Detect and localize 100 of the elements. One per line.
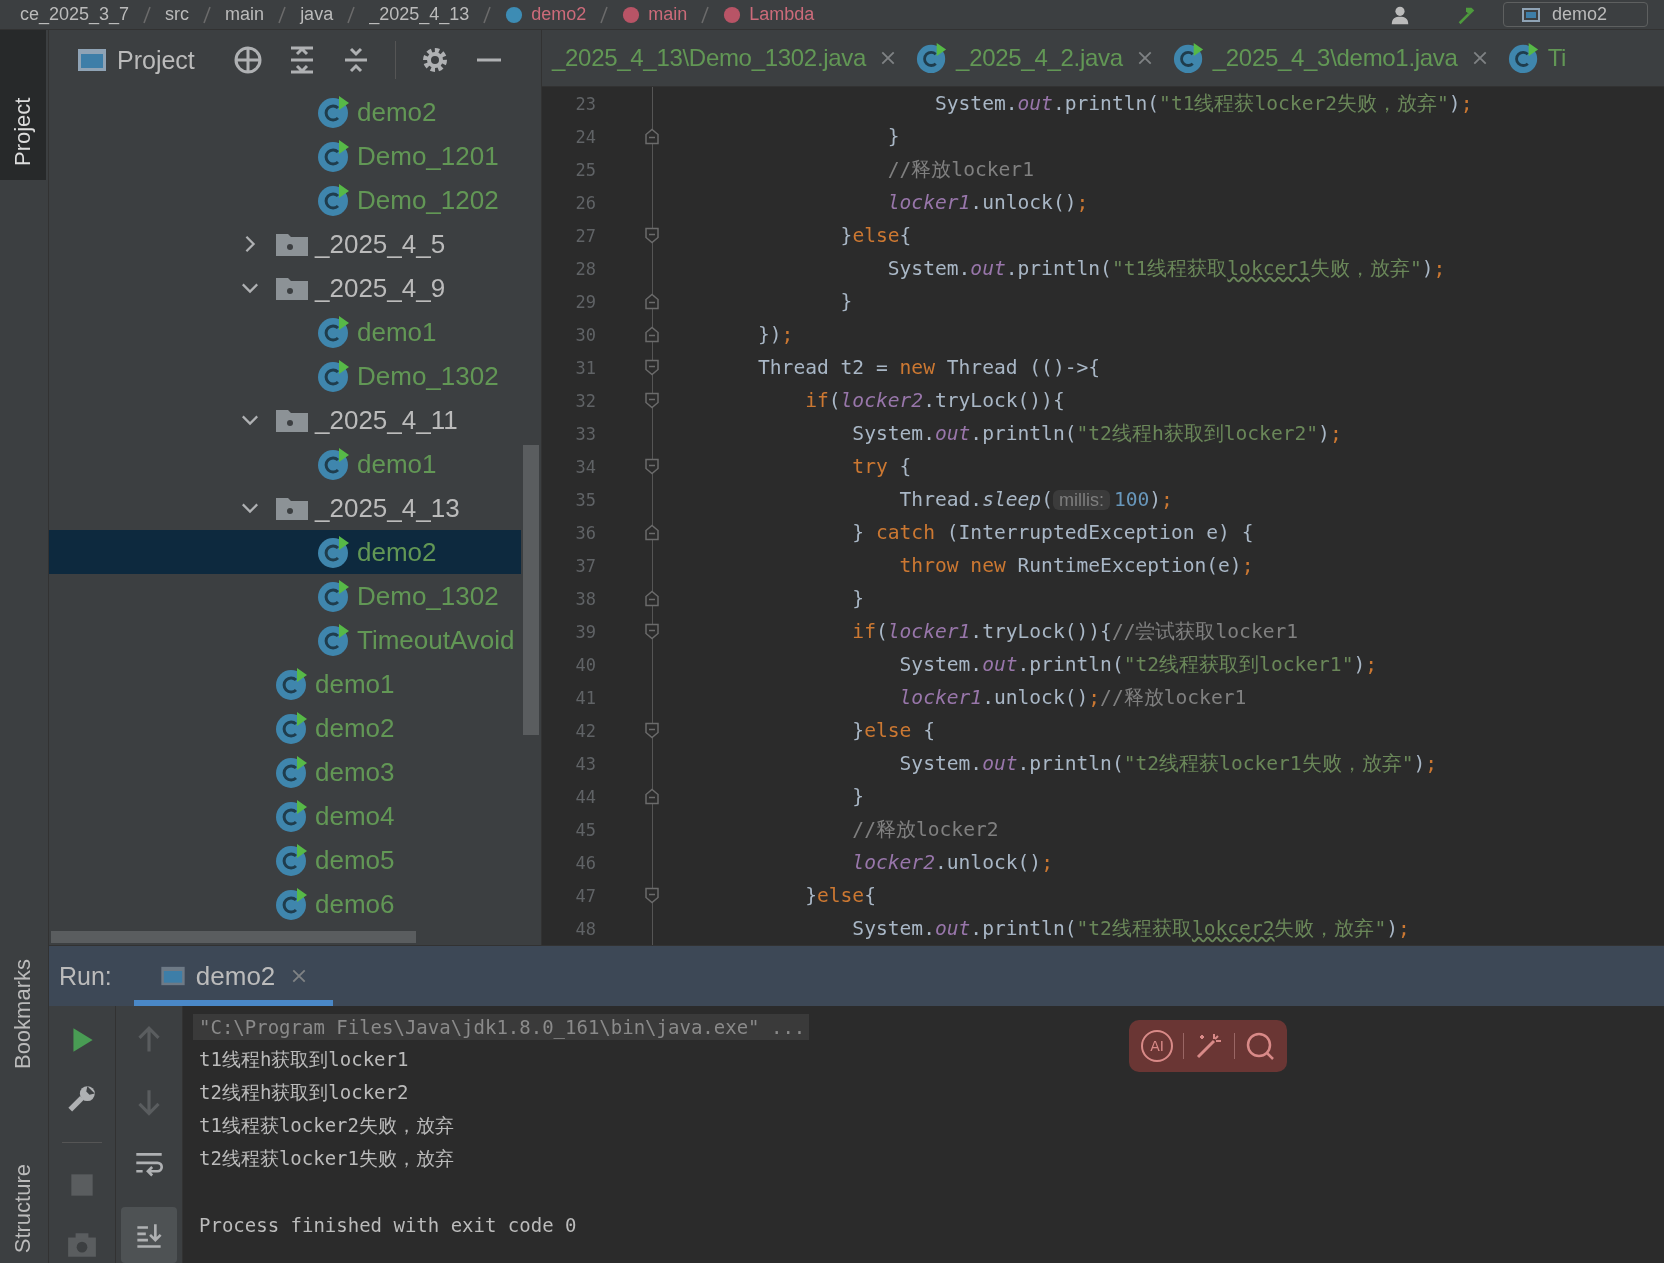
breadcrumb-item[interactable]: Lambda bbox=[749, 4, 815, 25]
tree-item[interactable]: Demo_1302 bbox=[49, 354, 541, 398]
tree-item[interactable]: Demo_1202 bbox=[49, 178, 541, 222]
code-line: System.out.println("t2线程获locker1失败，放弃"); bbox=[898, 751, 1438, 777]
close-icon[interactable] bbox=[1136, 50, 1153, 66]
fold-icon[interactable] bbox=[645, 887, 659, 904]
line-number: 42 bbox=[574, 720, 596, 741]
code-line: try { bbox=[851, 455, 912, 478]
fold-end-icon[interactable] bbox=[645, 326, 659, 343]
tree-item[interactable]: Demo_1302 bbox=[49, 574, 541, 618]
code-line: System.out.println("t2线程h获取到locker2"); bbox=[851, 421, 1342, 447]
tree-item[interactable]: demo2 bbox=[49, 706, 541, 750]
editor-tab[interactable]: _2025_4_2.java bbox=[906, 30, 1163, 86]
breadcrumb-item[interactable]: ce_2025_3_7 bbox=[20, 4, 130, 25]
code-line: throw new RuntimeException(e); bbox=[898, 554, 1254, 577]
fold-icon[interactable] bbox=[645, 227, 659, 244]
side-tab[interactable]: Bookmarks bbox=[0, 945, 46, 1084]
code-line: } bbox=[851, 785, 865, 808]
tree-item[interactable]: demo2 bbox=[49, 530, 521, 574]
tree-item[interactable]: demo1 bbox=[49, 662, 541, 706]
code-line: Thread t2 = new Thread (()->{ bbox=[758, 356, 1101, 379]
line-number: 25 bbox=[574, 159, 596, 180]
tree-item[interactable]: TimeoutAvoid bbox=[49, 618, 541, 662]
code-line: } catch (InterruptedException e) { bbox=[851, 521, 1254, 544]
close-icon[interactable] bbox=[1471, 50, 1488, 66]
line-number: 27 bbox=[574, 225, 596, 246]
tree-item[interactable]: demo4 bbox=[49, 794, 541, 838]
line-number: 28 bbox=[574, 258, 596, 279]
code-line: Thread.sleep( millis: 100); bbox=[898, 488, 1173, 511]
close-icon[interactable] bbox=[880, 50, 897, 66]
line-number: 29 bbox=[574, 291, 596, 312]
line-number: 46 bbox=[574, 852, 596, 873]
search-icon[interactable] bbox=[1245, 1031, 1275, 1061]
code-line: if(locker1.tryLock()){//尝试获取locker1 bbox=[851, 619, 1299, 645]
tree-item[interactable]: demo3 bbox=[49, 750, 541, 794]
tree-item[interactable]: demo1 bbox=[49, 310, 541, 354]
code-line: System.out.println("t1线程获locker2失败，放弃"); bbox=[933, 91, 1473, 117]
code-line: if(locker2.tryLock()){ bbox=[804, 389, 1065, 412]
line-number: 23 bbox=[574, 93, 596, 114]
breadcrumb-item[interactable]: demo2 bbox=[531, 4, 587, 25]
locate-icon[interactable] bbox=[232, 45, 263, 75]
line-number: 35 bbox=[574, 489, 596, 510]
tree-item[interactable]: demo5 bbox=[49, 838, 541, 882]
run-configuration-dropdown[interactable]: demo2 bbox=[1502, 2, 1648, 27]
tree-item[interactable]: demo2 bbox=[49, 90, 541, 134]
separator-icon bbox=[701, 5, 710, 24]
line-number: 33 bbox=[574, 423, 596, 444]
close-icon[interactable] bbox=[291, 968, 308, 984]
scrollbar-thumb[interactable] bbox=[523, 445, 539, 735]
code-line: }); bbox=[758, 323, 794, 346]
tree-item[interactable]: demo6 bbox=[49, 882, 541, 926]
fold-icon[interactable] bbox=[645, 392, 659, 409]
line-number: 36 bbox=[574, 522, 596, 543]
breadcrumb-item[interactable]: java bbox=[300, 4, 334, 25]
tree-item[interactable]: _2025_4_9 bbox=[49, 266, 541, 310]
tree-item[interactable]: _2025_4_5 bbox=[49, 222, 541, 266]
fold-icon[interactable] bbox=[645, 623, 659, 640]
side-tab[interactable]: Project bbox=[0, 30, 46, 180]
fold-icon[interactable] bbox=[645, 359, 659, 376]
editor-tab[interactable]: Ti bbox=[1497, 30, 1577, 86]
side-tab[interactable]: Structure bbox=[0, 1150, 46, 1263]
code-line: System.out.println("t1线程获取lokcer1失败，放弃"); bbox=[886, 256, 1446, 282]
separator-icon bbox=[483, 5, 492, 24]
code-line: } bbox=[839, 290, 853, 313]
editor-tab[interactable]: _2025_4_13\Demo_1302.java bbox=[542, 30, 907, 86]
breadcrumb-item[interactable]: src bbox=[165, 4, 190, 25]
fold-icon[interactable] bbox=[645, 458, 659, 475]
console-line: t1线程获locker2失败，放弃 bbox=[199, 1112, 454, 1138]
tree-item[interactable]: Demo_1201 bbox=[49, 134, 541, 178]
fold-end-icon[interactable] bbox=[645, 788, 659, 805]
window-icon bbox=[77, 48, 107, 72]
separator-icon bbox=[278, 5, 287, 24]
line-number: 34 bbox=[574, 456, 596, 477]
fold-end-icon[interactable] bbox=[645, 590, 659, 607]
breadcrumb-item[interactable]: main bbox=[648, 4, 688, 25]
tree-item[interactable]: demo1 bbox=[49, 442, 541, 486]
scrollbar-thumb[interactable] bbox=[51, 931, 416, 943]
editor-tab[interactable]: _2025_4_3\demo1.java bbox=[1162, 30, 1498, 86]
code-line: //释放locker2 bbox=[851, 817, 999, 843]
console-line: t2线程h获取到locker2 bbox=[199, 1079, 409, 1105]
line-number: 30 bbox=[574, 324, 596, 345]
fold-end-icon[interactable] bbox=[645, 128, 659, 145]
panel-title[interactable]: Project bbox=[117, 45, 195, 75]
fold-end-icon[interactable] bbox=[645, 524, 659, 541]
fold-icon[interactable] bbox=[645, 722, 659, 739]
code-line: System.out.println("t2线程获取lokcer2失败，放弃"); bbox=[851, 916, 1410, 942]
breadcrumb-item[interactable]: _2025_4_13 bbox=[369, 4, 470, 25]
tree-item[interactable]: _2025_4_11 bbox=[49, 398, 541, 442]
console-line: t2线程获locker1失败，放弃 bbox=[199, 1145, 454, 1171]
ai-icon[interactable]: AI bbox=[1141, 1030, 1173, 1062]
magic-wand-icon[interactable] bbox=[1194, 1031, 1224, 1061]
breadcrumb-item[interactable]: main bbox=[225, 4, 265, 25]
line-number: 40 bbox=[574, 654, 596, 675]
scroll-to-end-icon[interactable] bbox=[121, 1207, 177, 1263]
fold-end-icon[interactable] bbox=[645, 293, 659, 310]
tree-item[interactable]: _2025_4_13 bbox=[49, 486, 541, 530]
console-line: Process finished with exit code 0 bbox=[199, 1213, 577, 1236]
separator-icon bbox=[143, 5, 152, 24]
code-line: } bbox=[886, 125, 900, 148]
separator-icon bbox=[203, 5, 212, 24]
